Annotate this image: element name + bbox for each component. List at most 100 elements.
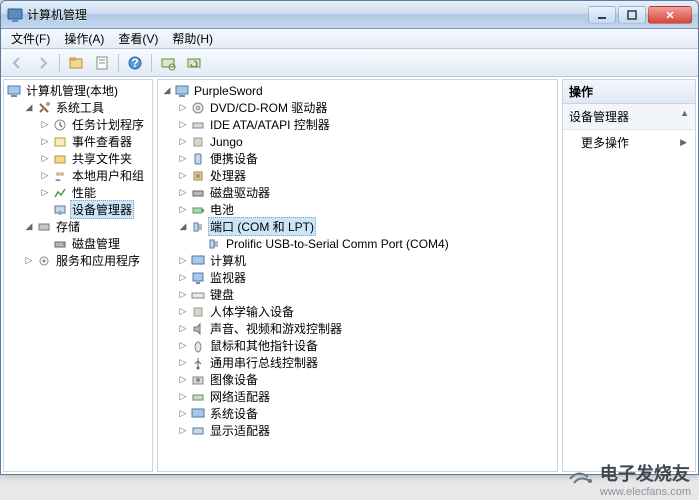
system-icon	[190, 406, 206, 422]
device-keyboard[interactable]: ▷ 键盘	[176, 286, 555, 303]
expand-icon[interactable]: ▷	[176, 305, 190, 319]
device-mouse[interactable]: ▷鼠标和其他指针设备	[176, 337, 555, 354]
expand-icon[interactable]: ▷	[176, 118, 190, 132]
device-ide[interactable]: ▷IDE ATA/ATAPI 控制器	[176, 116, 555, 133]
device-disk[interactable]: ▷磁盘驱动器	[176, 184, 555, 201]
close-button[interactable]	[648, 6, 692, 24]
tree-task-scheduler[interactable]: ▷ 任务计划程序	[38, 116, 150, 133]
tree-event-viewer[interactable]: ▷ 事件查看器	[38, 133, 150, 150]
minimize-button[interactable]	[588, 6, 616, 24]
tree-storage[interactable]: ◢ 存储	[22, 218, 150, 235]
expand-icon[interactable]: ▷	[176, 424, 190, 438]
device-ports[interactable]: ◢ 端口 (COM 和 LPT)	[176, 218, 555, 235]
tree-label: 共享文件夹	[70, 150, 134, 167]
tree-local-users[interactable]: ▷本地用户和组	[38, 167, 150, 184]
device-battery[interactable]: ▷ 电池	[176, 201, 555, 218]
expand-icon[interactable]: ▷	[176, 271, 190, 285]
clock-icon	[52, 117, 68, 133]
collapse-icon[interactable]: ◢	[22, 220, 36, 234]
expand-icon[interactable]: ▷	[176, 101, 190, 115]
tree-device-manager[interactable]: 设备管理器	[38, 201, 150, 218]
tree-performance[interactable]: ▷性能	[38, 184, 150, 201]
tree-disk-mgmt[interactable]: 磁盘管理	[38, 235, 150, 252]
tree-label: 事件查看器	[70, 133, 134, 150]
up-button[interactable]	[64, 52, 88, 74]
device-system[interactable]: ▷系统设备	[176, 405, 555, 422]
device-hid[interactable]: ▷人体学输入设备	[176, 303, 555, 320]
properties-button[interactable]	[90, 52, 114, 74]
expand-icon[interactable]: ▷	[38, 169, 52, 183]
device-computer[interactable]: ▷计算机	[176, 252, 555, 269]
menu-action[interactable]: 操作(A)	[58, 28, 110, 49]
device-tree-panel: ◢ PurpleSword ▷DVD/CD-ROM 驱动器 ▷IDE ATA/A…	[157, 79, 558, 472]
device-dvd[interactable]: ▷DVD/CD-ROM 驱动器	[176, 99, 555, 116]
maximize-button[interactable]	[618, 6, 646, 24]
tree-label: 电池	[208, 201, 236, 218]
device-usb[interactable]: ▷通用串行总线控制器	[176, 354, 555, 371]
expand-icon[interactable]: ▷	[38, 135, 52, 149]
expand-icon[interactable]: ▷	[176, 203, 190, 217]
tree-services[interactable]: ▷服务和应用程序	[22, 252, 150, 269]
device-tree: ◢ PurpleSword ▷DVD/CD-ROM 驱动器 ▷IDE ATA/A…	[158, 80, 557, 441]
collapse-icon[interactable]: ◢	[176, 220, 190, 234]
expand-icon[interactable]: ▷	[176, 356, 190, 370]
menu-file[interactable]: 文件(F)	[5, 28, 56, 49]
back-button[interactable]	[5, 52, 29, 74]
expand-icon[interactable]: ▷	[176, 135, 190, 149]
help-button[interactable]: ?	[123, 52, 147, 74]
expand-icon[interactable]: ▷	[176, 339, 190, 353]
expand-icon[interactable]: ▷	[38, 186, 52, 200]
toolbar: ?	[1, 49, 698, 77]
toolbar-separator	[59, 54, 60, 72]
expand-icon[interactable]: ▷	[176, 152, 190, 166]
menu-view[interactable]: 查看(V)	[112, 28, 164, 49]
device-portable[interactable]: ▷便携设备	[176, 150, 555, 167]
collapse-icon[interactable]: ◢	[160, 84, 174, 98]
computer-icon	[190, 253, 206, 269]
actions-panel: 操作 设备管理器 ▲ 更多操作 ▶	[562, 79, 696, 472]
device-root[interactable]: ◢ PurpleSword	[160, 82, 555, 99]
expand-icon[interactable]: ▷	[176, 407, 190, 421]
expand-icon[interactable]: ▷	[22, 254, 36, 268]
disk-icon	[190, 185, 206, 201]
menu-help[interactable]: 帮助(H)	[166, 28, 219, 49]
navigation-tree: 计算机管理(本地) ◢ 系统工具 ▷ 任务计划程序 ▷ 事件查看器 ▷ 共享文件夹 ▷…	[4, 80, 152, 271]
expand-icon[interactable]: ▷	[176, 373, 190, 387]
scan-hardware-button[interactable]	[156, 52, 180, 74]
collapse-icon[interactable]: ▲	[680, 108, 689, 118]
device-display[interactable]: ▷显示适配器	[176, 422, 555, 439]
refresh-button[interactable]	[182, 52, 206, 74]
expand-icon[interactable]: ▷	[176, 390, 190, 404]
performance-icon	[52, 185, 68, 201]
expand-icon[interactable]: ▷	[38, 152, 52, 166]
expand-icon[interactable]: ▷	[176, 169, 190, 183]
expand-icon[interactable]: ▷	[176, 322, 190, 336]
device-network[interactable]: ▷网络适配器	[176, 388, 555, 405]
tree-label: 监视器	[208, 269, 248, 286]
collapse-icon[interactable]: ◢	[22, 101, 36, 115]
device-imaging[interactable]: ▷图像设备	[176, 371, 555, 388]
more-actions-item[interactable]: 更多操作 ▶	[563, 130, 695, 155]
expand-icon[interactable]: ▷	[176, 254, 190, 268]
keyboard-icon	[190, 287, 206, 303]
device-cpu[interactable]: ▷处理器	[176, 167, 555, 184]
tree-label: 端口 (COM 和 LPT)	[208, 217, 316, 236]
tree-root-computer-mgmt[interactable]: 计算机管理(本地)	[6, 82, 150, 99]
watermark-url: www.elecfans.com	[600, 486, 691, 498]
tree-shared-folders[interactable]: ▷ 共享文件夹	[38, 150, 150, 167]
device-com4[interactable]: Prolific USB-to-Serial Comm Port (COM4)	[192, 235, 555, 252]
device-monitor[interactable]: ▷ 监视器	[176, 269, 555, 286]
forward-button[interactable]	[31, 52, 55, 74]
tree-label: 键盘	[208, 286, 236, 303]
watermark-brand: 电子发烧友	[600, 460, 691, 486]
expand-icon[interactable]: ▷	[176, 186, 190, 200]
usb-icon	[190, 355, 206, 371]
expand-icon[interactable]: ▷	[38, 118, 52, 132]
device-jungo[interactable]: ▷Jungo	[176, 133, 555, 150]
expand-icon[interactable]: ▷	[176, 288, 190, 302]
svg-text:?: ?	[131, 56, 138, 70]
device-sound[interactable]: ▷声音、视频和游戏控制器	[176, 320, 555, 337]
tree-label: 任务计划程序	[70, 116, 146, 133]
port-icon	[190, 219, 206, 235]
tree-system-tools[interactable]: ◢ 系统工具	[22, 99, 150, 116]
